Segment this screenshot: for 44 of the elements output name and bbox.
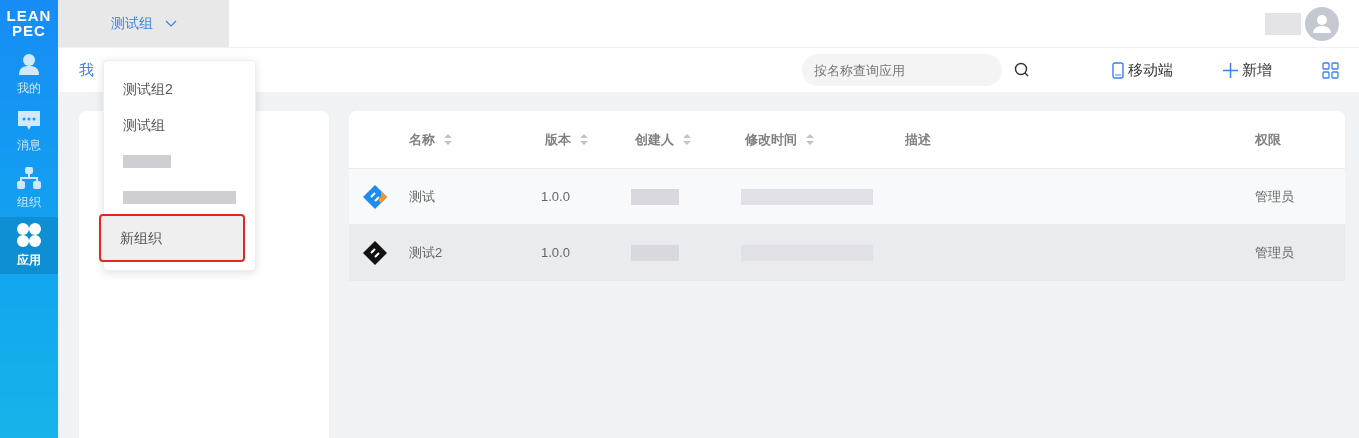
menu-item[interactable]: 测试组2	[104, 71, 255, 107]
grid-icon[interactable]	[1322, 61, 1339, 79]
group-selector[interactable]: 测试组	[58, 0, 229, 47]
table-cell: 管理员	[1255, 188, 1294, 204]
clover-icon	[17, 222, 41, 247]
redacted-text	[631, 188, 679, 205]
table-cell: 测试	[409, 188, 435, 204]
table-cell: 1.0.0	[541, 244, 570, 260]
table-cell: 1.0.0	[541, 188, 570, 204]
table-cell: 管理员	[1255, 244, 1294, 260]
user-icon	[18, 52, 40, 75]
plus-icon	[1223, 62, 1238, 78]
sort-icon[interactable]	[682, 133, 692, 146]
sidebar-item[interactable]: 我的	[0, 46, 58, 103]
search-icon[interactable]	[1014, 62, 1030, 78]
chevron-down-icon	[164, 19, 177, 28]
column-header: 权限	[1255, 130, 1281, 149]
menu-item[interactable]: 新组织	[101, 216, 243, 260]
add-button[interactable]: 新增	[1223, 58, 1272, 82]
mobile-button[interactable]: 移动端	[1112, 58, 1173, 82]
sidebar-item[interactable]: 应用	[0, 217, 58, 274]
redacted-username	[1265, 12, 1301, 35]
search-field[interactable]: 按名称查询应用	[802, 54, 1002, 86]
sort-icon[interactable]	[443, 133, 453, 146]
hierarchy-icon	[17, 166, 41, 189]
table-row[interactable]: 测试 1.0.0 管理员	[349, 169, 1345, 225]
column-header: 描述	[905, 130, 931, 149]
chat-icon	[16, 109, 42, 132]
sidebar-item[interactable]: 组织	[0, 160, 58, 217]
menu-item[interactable]: 测试组	[104, 107, 255, 143]
avatar-icon[interactable]	[1305, 6, 1339, 41]
column-header[interactable]: 版本	[545, 129, 589, 150]
sort-icon[interactable]	[579, 133, 589, 146]
column-header[interactable]: 修改时间	[745, 129, 815, 150]
table-row[interactable]: 测试2 1.0.0 管理员	[349, 225, 1345, 281]
my-apps-tab[interactable]: 我	[79, 58, 94, 82]
column-header[interactable]: 名称	[409, 129, 453, 150]
table-cell: 测试2	[409, 244, 443, 260]
logo: LEAN PEC	[5, 6, 53, 41]
redacted-text	[123, 154, 171, 168]
column-header[interactable]: 创建人	[635, 129, 692, 150]
phone-icon	[1112, 61, 1124, 79]
sidebar-item[interactable]: 消息	[0, 103, 58, 160]
sort-icon[interactable]	[805, 133, 815, 146]
